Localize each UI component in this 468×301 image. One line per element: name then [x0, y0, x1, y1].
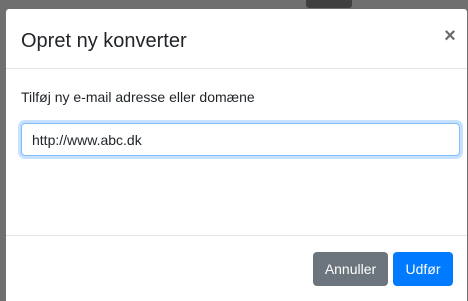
email-domain-input[interactable] — [21, 123, 460, 156]
dialog-title: Opret ny konverter — [21, 30, 187, 52]
create-converter-dialog: Opret ny konverter × Tilføj ny e-mail ad… — [6, 9, 467, 301]
close-icon[interactable]: × — [439, 25, 461, 49]
dialog-body: Tilføj ny e-mail adresse eller domæne — [6, 69, 467, 236]
cancel-button[interactable]: Annuller — [313, 252, 388, 286]
background-tab — [306, 0, 352, 8]
dialog-header: Opret ny konverter × — [6, 9, 467, 69]
email-domain-label: Tilføj ny e-mail adresse eller domæne — [21, 89, 255, 105]
submit-button[interactable]: Udfør — [393, 252, 453, 286]
dialog-footer: Annuller Udfør — [6, 236, 467, 301]
